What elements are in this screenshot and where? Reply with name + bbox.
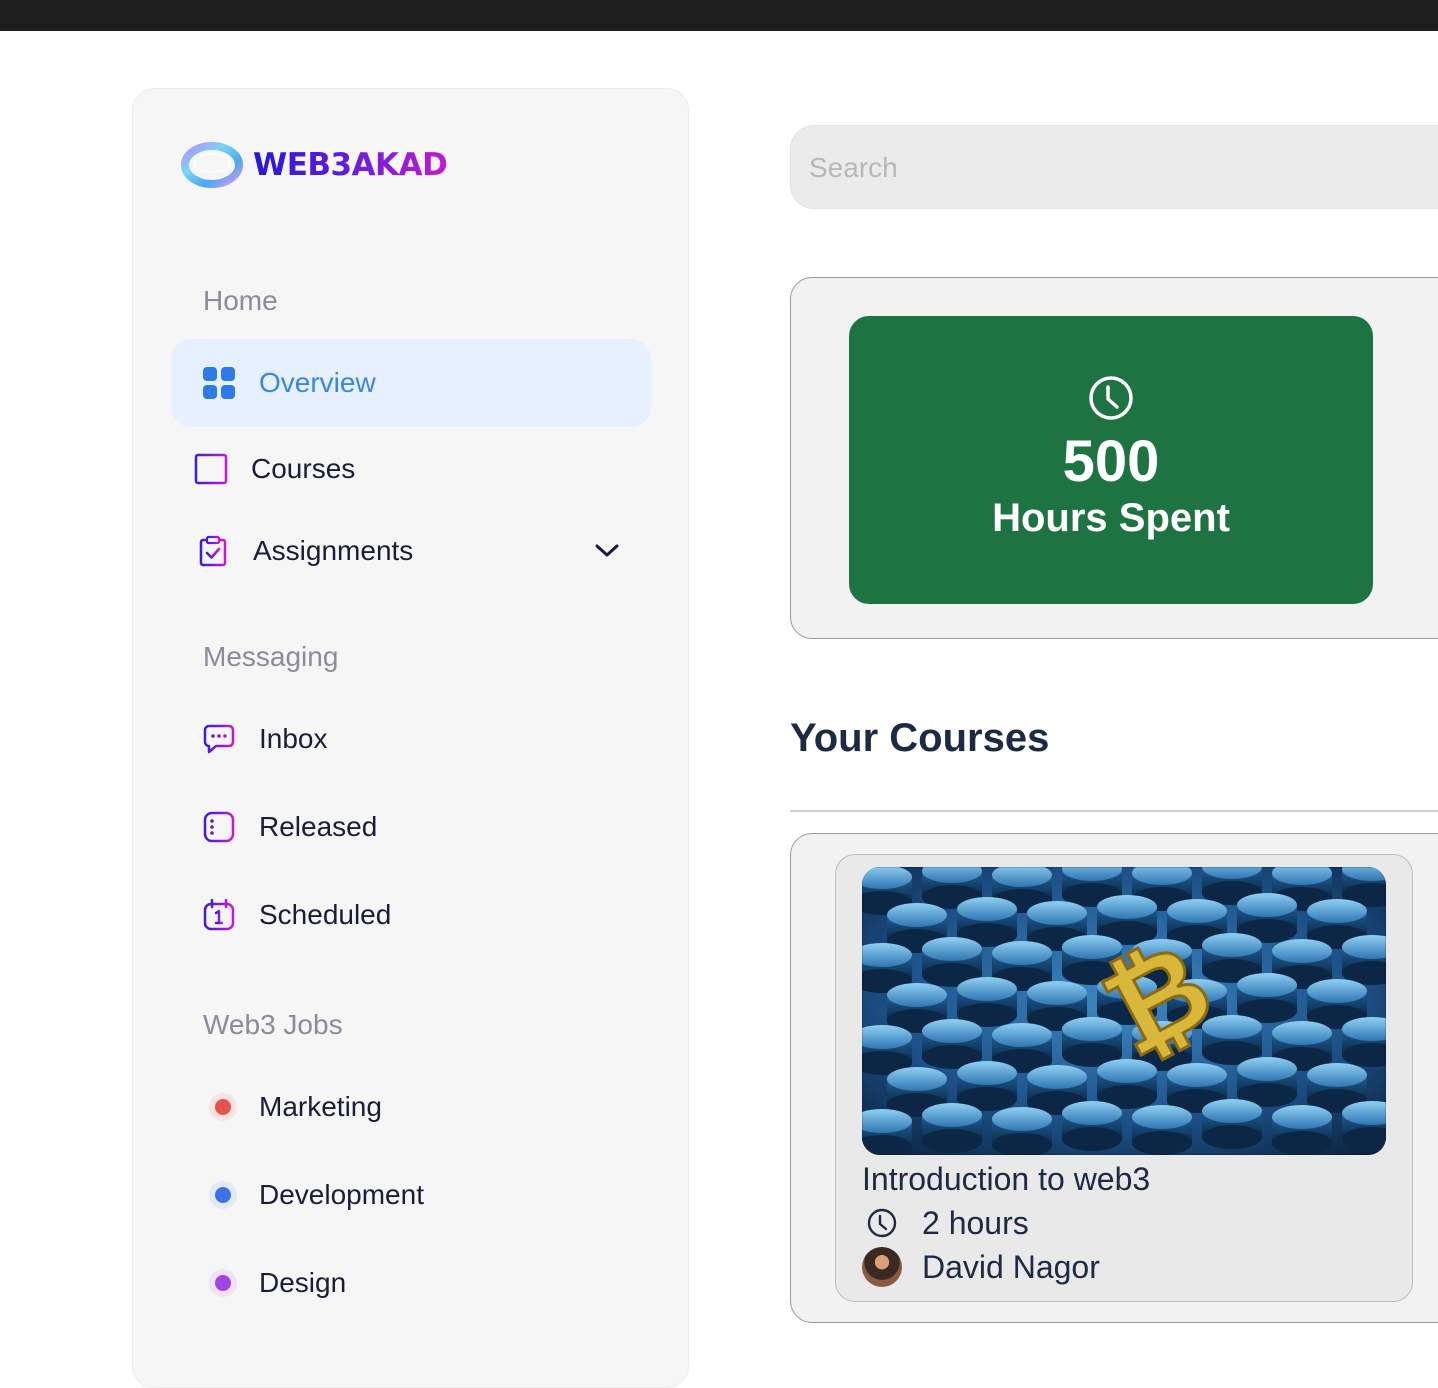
your-courses-title: Your Courses bbox=[790, 716, 1050, 760]
hours-spent-value: 500 bbox=[1062, 429, 1160, 494]
window-top-bar bbox=[0, 0, 1438, 31]
sidebar-item-inbox[interactable]: Inbox bbox=[171, 695, 651, 783]
section-label-web3-jobs: Web3 Jobs bbox=[203, 1009, 343, 1040]
clipboard-check-icon bbox=[195, 533, 231, 569]
sidebar-item-assignments[interactable]: Assignments bbox=[171, 507, 651, 595]
status-dot bbox=[205, 1265, 241, 1301]
sidebar-item-design[interactable]: Design bbox=[171, 1239, 651, 1327]
sidebar-item-label: Overview bbox=[259, 367, 376, 398]
status-dot bbox=[205, 1177, 241, 1213]
sidebar-item-label: Assignments bbox=[253, 535, 414, 566]
sidebar-item-scheduled[interactable]: Scheduled bbox=[171, 871, 651, 959]
grid-icon bbox=[201, 365, 237, 401]
course-duration-text: 2 hours bbox=[922, 1204, 1029, 1241]
course-instructor: David Nagor bbox=[862, 1247, 1100, 1287]
sidebar-item-label: Scheduled bbox=[259, 899, 392, 930]
status-dot bbox=[205, 1089, 241, 1125]
courses-panel: ₿ Introduction to web3 2 hours David Nag… bbox=[790, 833, 1438, 1323]
sidebar-item-courses[interactable]: Courses bbox=[171, 425, 651, 513]
search-bar bbox=[790, 125, 1438, 209]
clock-icon bbox=[1089, 376, 1133, 420]
section-divider bbox=[790, 810, 1438, 812]
stats-panel: 500 Hours Spent bbox=[790, 277, 1438, 639]
course-title: Introduction to web3 bbox=[862, 1161, 1151, 1197]
chat-icon bbox=[201, 721, 237, 757]
sidebar-item-overview[interactable]: Overview bbox=[171, 339, 651, 427]
brand-logo[interactable]: WEB3AKAD bbox=[181, 139, 448, 191]
brand-name: WEB3AKAD bbox=[253, 147, 448, 183]
section-label-home: Home bbox=[203, 285, 278, 316]
section-label-messaging: Messaging bbox=[203, 641, 339, 672]
course-card[interactable]: ₿ Introduction to web3 2 hours David Nag… bbox=[835, 854, 1413, 1302]
sidebar-item-label: Released bbox=[259, 811, 378, 842]
sidebar-item-label: Inbox bbox=[259, 723, 328, 754]
sidebar-item-released[interactable]: Released bbox=[171, 783, 651, 871]
sidebar-item-label: Marketing bbox=[259, 1091, 382, 1122]
calendar-icon bbox=[201, 897, 237, 933]
sidebar-item-label: Development bbox=[259, 1179, 424, 1210]
sidebar-item-marketing[interactable]: Marketing bbox=[171, 1063, 651, 1151]
hours-spent-label: Hours Spent bbox=[992, 496, 1230, 540]
sidebar-item-label: Design bbox=[259, 1267, 347, 1298]
chevron-down-icon[interactable] bbox=[593, 537, 621, 565]
clock-icon bbox=[862, 1203, 902, 1243]
hours-spent-card: 500 Hours Spent bbox=[849, 316, 1373, 604]
sidebar: WEB3AKAD Home Overview Courses Assignmen… bbox=[132, 88, 689, 1388]
course-duration: 2 hours bbox=[862, 1203, 1029, 1243]
sidebar-item-development[interactable]: Development bbox=[171, 1151, 651, 1239]
sidebar-item-label: Courses bbox=[251, 453, 356, 484]
book-icon bbox=[193, 451, 229, 487]
avatar bbox=[862, 1247, 902, 1287]
logo-ring-icon bbox=[181, 142, 243, 188]
search-input[interactable] bbox=[809, 146, 1409, 190]
bitcoin-coins-image: ₿ bbox=[862, 867, 1386, 1155]
course-instructor-name: David Nagor bbox=[922, 1248, 1100, 1285]
list-icon bbox=[201, 809, 237, 845]
